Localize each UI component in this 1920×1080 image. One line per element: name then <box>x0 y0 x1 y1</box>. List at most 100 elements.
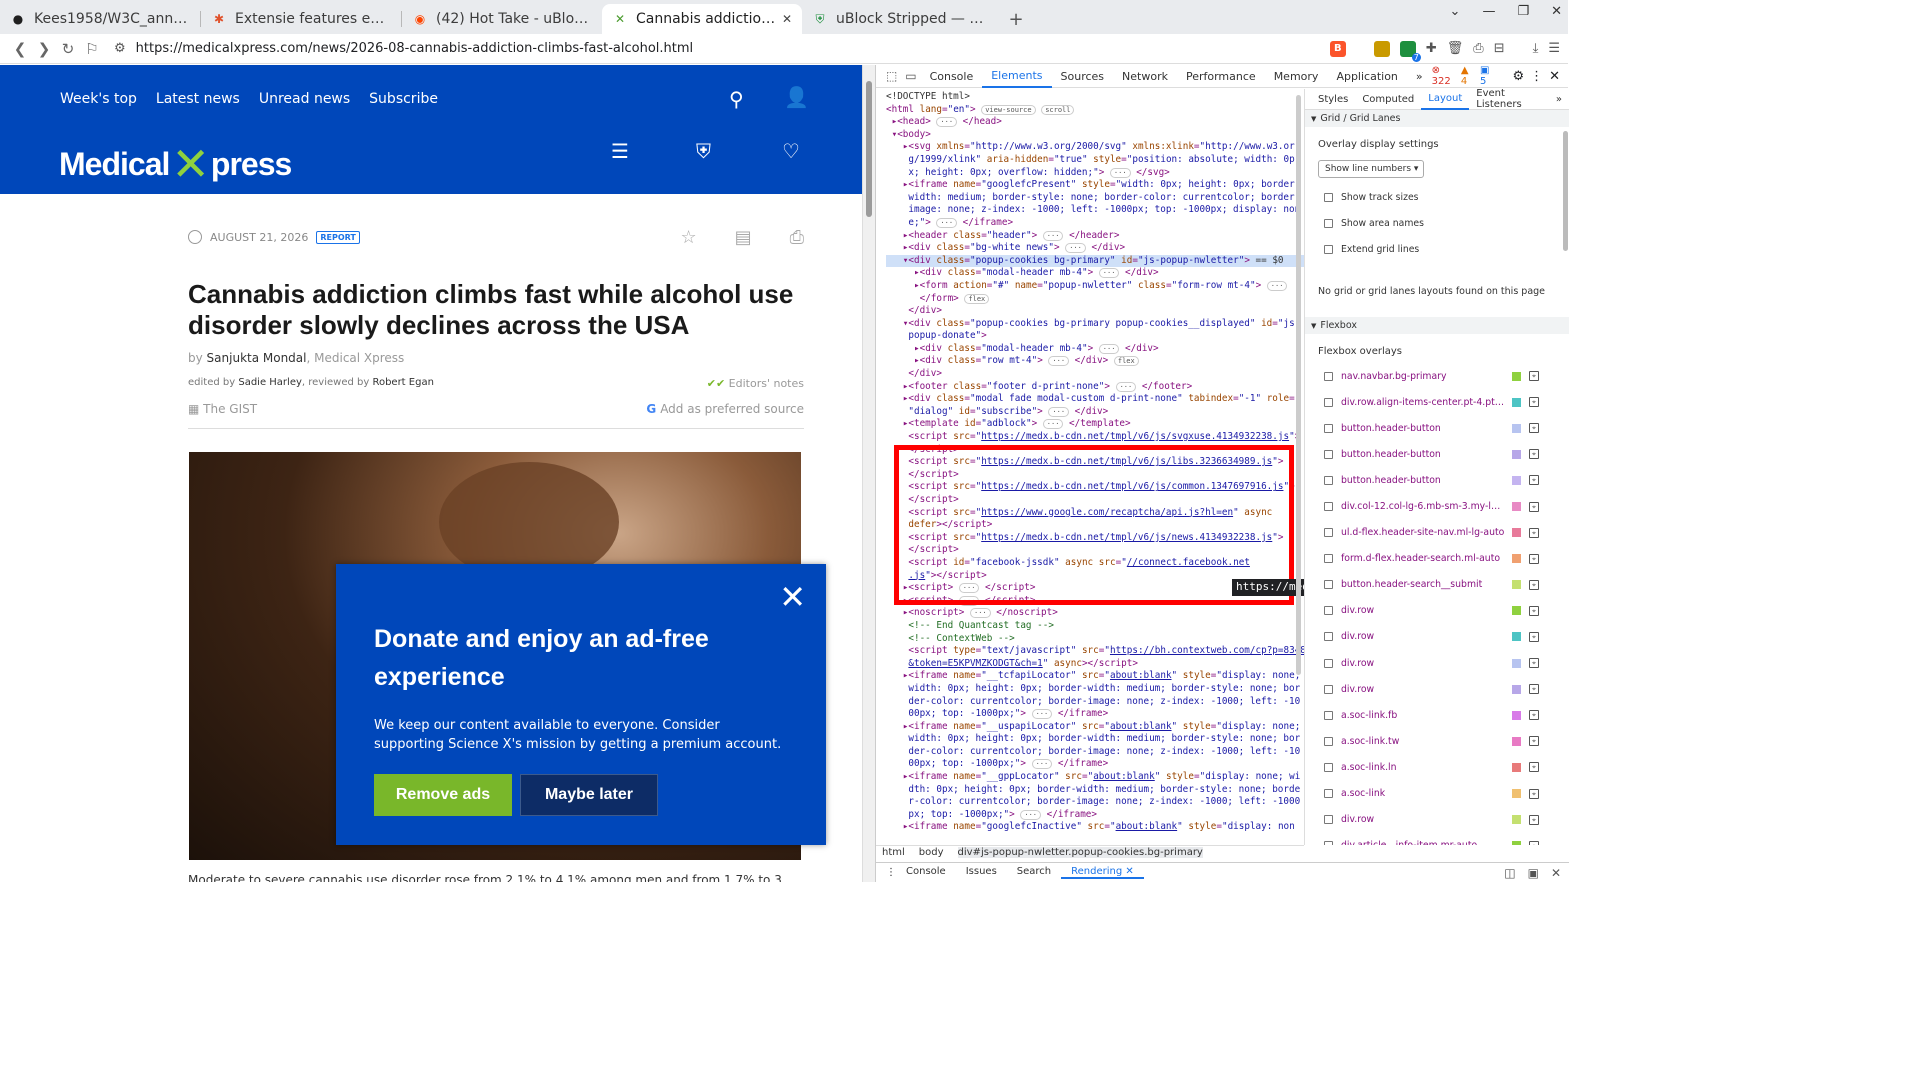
reveal-icon[interactable]: ⌖ <box>1529 605 1539 616</box>
search-icon[interactable]: ⚲ <box>729 87 744 111</box>
brave-shields-icon[interactable]: B <box>1329 40 1346 57</box>
close-window-icon[interactable]: ✕ <box>1551 4 1562 19</box>
devtools-tab-sources[interactable]: Sources <box>1052 65 1114 88</box>
color-swatch[interactable] <box>1512 528 1521 538</box>
devtools-tab-memory[interactable]: Memory <box>1265 65 1328 88</box>
color-swatch[interactable] <box>1512 554 1521 564</box>
dom-node-line[interactable]: width: medium; border-style: none; borde… <box>886 192 1304 205</box>
reveal-icon[interactable]: ⌖ <box>1529 840 1539 845</box>
flex-checkbox[interactable] <box>1324 632 1333 642</box>
show-track-sizes-checkbox[interactable]: Show track sizes <box>1305 184 1569 210</box>
reveal-icon[interactable]: ⌖ <box>1529 762 1539 773</box>
reveal-icon[interactable]: ⌖ <box>1529 371 1539 382</box>
dom-node-line[interactable]: 00px; top: -1000px;"> ··· </iframe> <box>886 708 1304 721</box>
print-article-icon[interactable]: ⎙ <box>790 227 804 248</box>
flex-checkbox[interactable] <box>1324 736 1333 746</box>
dom-node-line[interactable]: ▸<iframe name="__uspapiLocator" src="abo… <box>886 721 1304 734</box>
flex-label[interactable]: button.header-button <box>1341 475 1506 486</box>
drawer-tab-search[interactable]: Search <box>1007 866 1061 879</box>
dom-node-line[interactable]: &token=E5KPVMZKODGT&ch=1" async></script… <box>886 658 1304 671</box>
dom-node-line[interactable]: ▸<head> ··· </head> <box>886 116 1304 129</box>
color-swatch[interactable] <box>1512 423 1521 433</box>
download-icon[interactable]: ⤓ <box>1533 41 1539 56</box>
flex-label[interactable]: button.header-button <box>1341 423 1506 434</box>
dom-node-line[interactable]: </div> <box>886 305 1304 318</box>
dom-node-line[interactable]: width: 0px; height: 0px; border-width: m… <box>886 733 1304 746</box>
dom-node-line[interactable]: 00px; top: -1000px;"> ··· </iframe> <box>886 758 1304 771</box>
flex-overlay-item[interactable]: button.header-search__submit ⌖ <box>1305 572 1569 598</box>
devtools-tab-elements[interactable]: Elements <box>982 65 1052 88</box>
elements-scrollbar[interactable] <box>1295 89 1303 845</box>
dom-node-line[interactable]: <!DOCTYPE html> <box>886 91 1304 104</box>
remove-ads-button[interactable]: Remove ads <box>374 774 512 816</box>
flex-label[interactable]: ul.d-flex.header-site-nav.ml-lg-auto <box>1341 527 1506 538</box>
flexbox-section-header[interactable]: ▼ Flexbox <box>1305 317 1569 334</box>
dom-node-line[interactable]: image: none; z-index: -1000; left: -1000… <box>886 204 1304 217</box>
dom-node-line[interactable]: ▸<div class="modal-header mb-4"> ··· </d… <box>886 343 1304 356</box>
reveal-icon[interactable]: ⌖ <box>1529 449 1539 460</box>
reviewer-name[interactable]: Robert Egan <box>372 377 433 388</box>
site-info-icon[interactable]: ⚙ <box>114 41 126 56</box>
dom-node-line[interactable]: x; height: 0px; overflow: hidden;"> ··· … <box>886 167 1304 180</box>
color-swatch[interactable] <box>1512 580 1521 590</box>
flex-overlay-item[interactable]: button.header-button ⌖ <box>1305 415 1569 441</box>
flex-label[interactable]: button.header-button <box>1341 449 1506 460</box>
tab-4[interactable]: ⛨ uBlock Stripped — Settings <box>802 4 1002 34</box>
preferred-source-link[interactable]: G Add as preferred source <box>646 402 804 416</box>
flex-overlay-item[interactable]: div.row ⌖ <box>1305 650 1569 676</box>
device-toolbar-icon[interactable]: ▭ <box>901 69 920 83</box>
reveal-icon[interactable]: ⌖ <box>1529 553 1539 564</box>
dom-node-line[interactable]: ▸<div class="modal fade modal-custom d-p… <box>886 393 1304 406</box>
dom-node-line[interactable]: <!-- ContextWeb --> <box>886 633 1304 646</box>
back-button[interactable]: ❮ <box>8 37 32 61</box>
reveal-icon[interactable]: ⌖ <box>1529 527 1539 538</box>
flex-checkbox[interactable] <box>1324 762 1333 772</box>
color-swatch[interactable] <box>1512 632 1521 642</box>
dom-node-line[interactable]: r-color: currentcolor; border-image: non… <box>886 796 1304 809</box>
flex-overlay-item[interactable]: div.row ⌖ <box>1305 598 1569 624</box>
color-swatch[interactable] <box>1512 736 1521 746</box>
dom-node-line[interactable]: ▸<iframe name="__gppLocator" src="about:… <box>886 771 1304 784</box>
flex-overlay-item[interactable]: ul.d-flex.header-site-nav.ml-lg-auto ⌖ <box>1305 520 1569 546</box>
flex-label[interactable]: a.soc-link.tw <box>1341 736 1506 747</box>
nav-unread-news[interactable]: Unread news <box>259 91 350 107</box>
flex-overlay-item[interactable]: div.article__info-item.mr-auto ⌖ <box>1305 833 1569 845</box>
drawer-tab-issues[interactable]: Issues <box>956 866 1007 879</box>
reveal-icon[interactable]: ⌖ <box>1529 658 1539 669</box>
color-swatch[interactable] <box>1512 762 1521 772</box>
settings-gear-icon[interactable]: ⚙ <box>1512 69 1524 84</box>
dom-node-line[interactable]: <script type="text/javascript" src="http… <box>886 645 1304 658</box>
flex-checkbox[interactable] <box>1324 841 1333 845</box>
bookmark-icon[interactable]: ⚐ <box>80 37 104 61</box>
editor-name[interactable]: Sadie Harley <box>238 377 302 388</box>
dom-node-line[interactable]: ▸<footer class="footer d-print-none"> ··… <box>886 381 1304 394</box>
crumb-body[interactable]: body <box>919 847 944 858</box>
reveal-icon[interactable]: ⌖ <box>1529 579 1539 590</box>
flex-label[interactable]: div.row <box>1341 631 1506 642</box>
warning-count[interactable]: ▲ 4 <box>1461 65 1474 87</box>
flex-overlay-item[interactable]: a.soc-link.fb ⌖ <box>1305 702 1569 728</box>
side-more-icon[interactable]: » <box>1549 89 1569 110</box>
nav-weeks-top[interactable]: Week's top <box>60 91 137 107</box>
dom-node-line[interactable]: ▾<body> <box>886 129 1304 142</box>
reveal-icon[interactable]: ⌖ <box>1529 684 1539 695</box>
flex-overlay-item[interactable]: form.d-flex.header-search.ml-auto ⌖ <box>1305 546 1569 572</box>
reveal-icon[interactable]: ⌖ <box>1529 710 1539 721</box>
menu-icon[interactable]: ☰ <box>1548 41 1560 56</box>
color-swatch[interactable] <box>1512 449 1521 459</box>
devtools-tab-performance[interactable]: Performance <box>1177 65 1265 88</box>
crumb-html[interactable]: html <box>882 847 905 858</box>
close-rendering-icon[interactable]: ✕ <box>1122 866 1133 877</box>
dom-node-line[interactable]: <!-- End Quantcast tag --> <box>886 620 1304 633</box>
flex-checkbox[interactable] <box>1324 449 1333 459</box>
close-drawer-icon[interactable]: ✕ <box>1551 866 1561 880</box>
save-icon[interactable]: ⊟ <box>1494 41 1505 56</box>
more-tabs-icon[interactable]: » <box>1407 65 1432 88</box>
flex-label[interactable]: div.col-12.col-lg-6.mb-sm-3.my-lg-0... <box>1341 501 1506 512</box>
print-icon[interactable]: ⎙ <box>1473 41 1483 56</box>
flex-checkbox[interactable] <box>1324 684 1333 694</box>
site-logo[interactable]: Medical ✕ press <box>59 137 292 191</box>
devtools-tab-application[interactable]: Application <box>1327 65 1406 88</box>
show-area-names-checkbox[interactable]: Show area names <box>1305 210 1569 236</box>
tab-3[interactable]: ✕ Cannabis addiction clim ✕ <box>602 4 802 34</box>
